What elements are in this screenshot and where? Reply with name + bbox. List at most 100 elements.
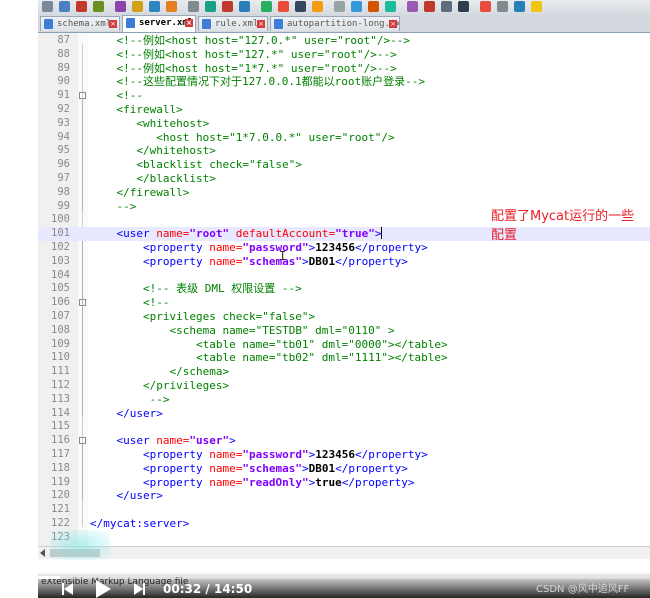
code-line[interactable]: 120 </user>	[38, 489, 650, 503]
toolbar-button-icon[interactable]	[385, 1, 396, 12]
code-token: name=	[209, 448, 243, 461]
code-token: -->	[149, 392, 170, 406]
toolbar-button-icon[interactable]	[222, 1, 233, 12]
code-line[interactable]: 121	[38, 503, 650, 517]
code-line[interactable]: 122 </mycat:server>	[38, 517, 650, 531]
code-text: <blacklist check="false">	[90, 158, 302, 172]
code-line[interactable]: 115	[38, 420, 650, 434]
toolbar-button-icon[interactable]	[59, 1, 70, 12]
code-line[interactable]: 89 <!--例如<host host="1*7.*" user="root"/…	[38, 62, 650, 76]
toolbar-button-icon[interactable]	[76, 1, 87, 12]
code-token: <whitehost>	[136, 116, 210, 130]
code-line[interactable]: 108 <schema name="TESTDB" dml="0110" >	[38, 324, 650, 338]
toolbar-button-icon[interactable]	[166, 1, 177, 12]
code-line[interactable]: 116 <user name="user">	[38, 434, 650, 448]
code-text: <property name="password">123456</proper…	[90, 448, 428, 462]
code-line[interactable]: 87 <!--例如<host host="127.0.*" user="root…	[38, 34, 650, 48]
next-icon[interactable]	[134, 583, 146, 595]
toolbar-button-icon[interactable]	[295, 1, 306, 12]
toolbar-button-icon[interactable]	[261, 1, 272, 12]
toolbar-button-icon[interactable]	[480, 1, 491, 12]
toolbar-button-icon[interactable]	[424, 1, 435, 12]
toolbar-button-icon[interactable]	[115, 1, 126, 12]
code-text: </firewall>	[90, 185, 190, 200]
code-token: </firewall>	[116, 185, 190, 199]
code-line[interactable]: 97 </blacklist>	[38, 172, 650, 186]
code-line[interactable]: 98 </firewall>	[38, 186, 650, 200]
toolbar-button-icon[interactable]	[441, 1, 452, 12]
code-line[interactable]: 93 <whitehost>	[38, 117, 650, 131]
code-line[interactable]: 111 </schema>	[38, 365, 650, 379]
previous-icon[interactable]	[62, 583, 74, 595]
close-icon[interactable]: ×	[389, 20, 397, 28]
toolbar-button-icon[interactable]	[497, 1, 508, 12]
code-line[interactable]: 110 <table name="tb02" dml="1111"></tabl…	[38, 351, 650, 365]
tab-autopartition-long-txt[interactable]: autopartition-long.txt ×	[270, 16, 400, 31]
code-line[interactable]: 114 </user>	[38, 407, 650, 421]
code-token: name=	[209, 461, 243, 475]
line-number: 95	[57, 144, 70, 157]
toolbar-button-icon[interactable]	[531, 1, 542, 12]
close-icon[interactable]: ×	[185, 19, 193, 27]
toolbar-button-icon[interactable]	[278, 1, 289, 12]
toolbar-button-icon[interactable]	[334, 1, 345, 12]
code-line[interactable]: 117 <property name="password">123456</pr…	[38, 448, 650, 462]
code-line[interactable]: 119 <property name="readOnly">true</prop…	[38, 476, 650, 490]
tab-server-xml[interactable]: server.xml ×	[122, 15, 196, 32]
code-text: -->	[90, 392, 170, 407]
toolbar-button-icon[interactable]	[93, 1, 104, 12]
toolbar-button-icon[interactable]	[514, 1, 525, 12]
line-number: 101	[51, 227, 70, 240]
code-line[interactable]: 92 <firewall>	[38, 103, 650, 117]
code-line[interactable]: 123	[38, 531, 650, 545]
code-line[interactable]: 91 <!--	[38, 89, 650, 103]
line-number: 113	[51, 392, 70, 405]
toolbar-button-icon[interactable]	[351, 1, 362, 12]
horizontal-scrollbar[interactable]	[38, 547, 650, 559]
toolbar-button-icon[interactable]	[368, 1, 379, 12]
tab-schema-xml[interactable]: schema.xml ×	[40, 16, 120, 31]
code-line[interactable]: 113 -->	[38, 393, 650, 407]
toolbar-button-icon[interactable]	[239, 1, 250, 12]
blur-artifact	[50, 530, 110, 560]
code-line[interactable]: 112 </privileges>	[38, 379, 650, 393]
code-line[interactable]: 105 <!-- 表级 DML 权限设置 -->	[38, 282, 650, 296]
code-line[interactable]: 94 <host host="1*7.0.0.*" user="root"/>	[38, 131, 650, 145]
code-line[interactable]: 95 </whitehost>	[38, 144, 650, 158]
video-time: 00:32 / 14:50	[163, 582, 252, 596]
toolbar-button-icon[interactable]	[188, 1, 199, 12]
code-line[interactable]: 118 <property name="schemas">DB01</prope…	[38, 462, 650, 476]
code-token: name=	[156, 227, 190, 241]
code-token: </privileges>	[142, 379, 230, 392]
tab-rule-xml[interactable]: rule.xml ×	[198, 16, 268, 31]
close-icon[interactable]: ×	[257, 20, 265, 28]
toolbar-button-icon[interactable]	[458, 1, 469, 12]
code-line[interactable]: 107 <privileges check="false">	[38, 310, 650, 324]
code-line[interactable]: 104	[38, 269, 650, 283]
toolbar-button-icon[interactable]	[42, 1, 53, 12]
code-editor[interactable]: 87 <!--例如<host host="127.0.*" user="root…	[38, 33, 650, 546]
toolbar-button-icon[interactable]	[205, 1, 216, 12]
play-icon[interactable]	[96, 580, 111, 598]
code-line[interactable]: 88 <!--例如<host host="127.*" user="root"/…	[38, 48, 650, 62]
code-line[interactable]: 109 <table name="tb01" dml="0000"></tabl…	[38, 338, 650, 352]
close-icon[interactable]: ×	[109, 20, 117, 28]
code-line[interactable]: 96 <blacklist check="false">	[38, 158, 650, 172]
code-text: </mycat:server>	[90, 517, 189, 531]
toolbar-button-icon[interactable]	[149, 1, 160, 12]
line-number: 99	[57, 199, 70, 212]
video-progress-bar[interactable]	[38, 576, 650, 579]
code-line[interactable]: 90 <!--这些配置情况下对于127.0.0.1都能以root账户登录-->	[38, 75, 650, 89]
code-text: </blacklist>	[90, 172, 215, 186]
toolbar-button-icon[interactable]	[312, 1, 323, 12]
toolbar-button-icon[interactable]	[132, 1, 143, 12]
code-line[interactable]: 106 <!--	[38, 296, 650, 310]
scroll-left-arrow-icon[interactable]	[40, 549, 45, 557]
toolbar-button-icon[interactable]	[407, 1, 418, 12]
line-number: 93	[57, 116, 70, 129]
code-line[interactable]: 103 <property name="schemas">DB01</prope…	[38, 255, 650, 269]
